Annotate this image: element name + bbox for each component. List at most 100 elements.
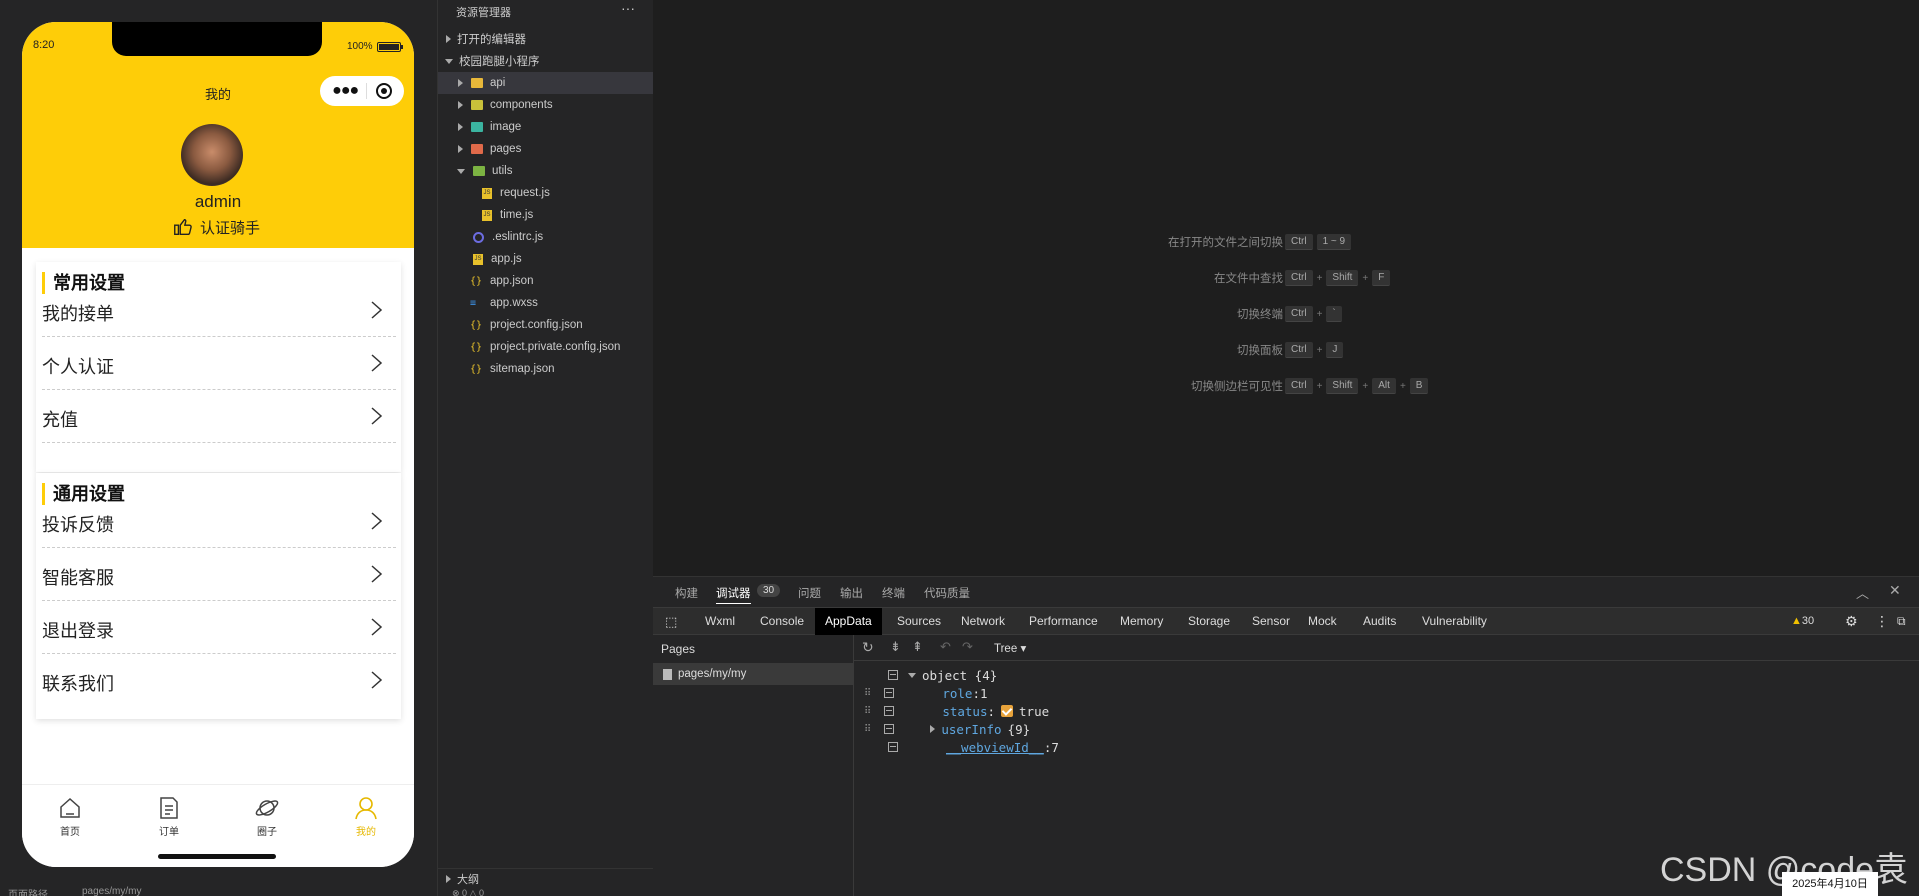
avatar[interactable] — [181, 124, 243, 186]
key: Ctrl — [1285, 342, 1313, 358]
file-label: api — [490, 77, 506, 89]
tree-item-components[interactable]: components — [438, 94, 654, 116]
js-file-icon: JS — [482, 187, 492, 199]
edit-toggle-icon[interactable] — [884, 706, 895, 716]
tab-build[interactable]: 构建 — [675, 585, 698, 601]
view-mode-select[interactable]: Tree ▾ — [994, 641, 1026, 655]
tab-circle[interactable]: 圈子 — [237, 795, 297, 838]
edit-toggle-icon[interactable] — [888, 742, 898, 752]
devtab-audits[interactable]: Audits — [1353, 608, 1406, 635]
devtab-mock[interactable]: Mock — [1298, 608, 1347, 635]
project-section[interactable]: 校园跑腿小程序 — [438, 50, 654, 72]
tree-item-project-private-config[interactable]: {} project.private.config.json — [438, 336, 654, 358]
checkbox-checked-icon[interactable] — [1001, 705, 1014, 717]
tree-item-eslintrc[interactable]: .eslintrc.js — [438, 226, 654, 248]
page-item[interactable]: pages/my/my — [653, 663, 853, 685]
section-label: 打开的编辑器 — [457, 34, 526, 46]
devtab-sources[interactable]: Sources — [887, 608, 951, 635]
open-editors-section[interactable]: 打开的编辑器 — [438, 28, 654, 50]
redo-icon[interactable]: ↷ — [962, 639, 973, 655]
tab-mine[interactable]: 我的 — [336, 795, 396, 838]
tree-item-pages[interactable]: pages — [438, 138, 654, 160]
tree-item-sitemap[interactable]: {} sitemap.json — [438, 358, 654, 380]
settings-gear-icon[interactable]: ⚙ — [1835, 608, 1868, 635]
edit-toggle-icon[interactable] — [884, 688, 895, 698]
tree-value[interactable]: 1 — [980, 686, 988, 701]
devtools-tabs: ⬚ Wxml Console AppData Sources Network P… — [653, 607, 1919, 635]
tree-item-time-js[interactable]: JS time.js — [438, 204, 654, 226]
capsule-menu[interactable]: ●●● — [320, 76, 404, 106]
menu-item-personal-verify[interactable]: 个人认证 — [42, 337, 396, 390]
tree-item-app-wxss[interactable]: ≡ app.wxss — [438, 292, 654, 314]
chevron-right-icon[interactable] — [930, 725, 936, 733]
menu-item-logout[interactable]: 退出登录 — [42, 601, 396, 654]
tree-item-image[interactable]: image — [438, 116, 654, 138]
css-file-icon: ≡ — [470, 297, 477, 309]
project-name: 校园跑腿小程序 — [459, 56, 540, 68]
devtab-appdata[interactable]: AppData — [815, 608, 882, 635]
menu-item-feedback[interactable]: 投诉反馈 — [42, 495, 396, 548]
collapse-all-icon[interactable]: ⇟ — [890, 639, 901, 655]
tree-item-app-js[interactable]: JS app.js — [438, 248, 654, 270]
menu-item-recharge[interactable]: 充值 — [42, 390, 396, 443]
outline-label: 大纲 — [457, 873, 479, 886]
key: Ctrl — [1285, 234, 1313, 250]
drag-handle-icon[interactable]: ⠿ — [864, 688, 871, 699]
inspect-element-icon[interactable]: ⬚ — [655, 608, 687, 635]
tab-orders[interactable]: 订单 — [139, 795, 199, 838]
drag-handle-icon[interactable]: ⠿ — [864, 724, 871, 735]
more-icon[interactable]: ●●● — [332, 82, 359, 100]
json-file-icon: {} — [470, 363, 483, 375]
devtab-storage[interactable]: Storage — [1178, 608, 1240, 635]
edit-toggle-icon[interactable] — [888, 670, 898, 680]
devtab-memory[interactable]: Memory — [1110, 608, 1173, 635]
tree-item-app-json[interactable]: {} app.json — [438, 270, 654, 292]
verify-label: 认证骑手 — [200, 219, 261, 237]
chevron-up-icon[interactable]: ︿ — [1856, 583, 1869, 602]
tree-value[interactable]: 7 — [1051, 740, 1059, 755]
devtab-console[interactable]: Console — [750, 608, 814, 635]
undock-icon[interactable]: ⧉ — [1887, 608, 1916, 635]
tab-debugger[interactable]: 调试器 — [716, 585, 751, 604]
devtab-sensor[interactable]: Sensor — [1242, 608, 1300, 635]
close-icon[interactable]: ✕ — [1889, 582, 1901, 599]
editor-area: 在打开的文件之间切换 Ctrl 1 ~ 9 在文件中查找 Ctrl + Shift… — [653, 0, 1919, 576]
close-miniprogram-icon[interactable] — [375, 83, 392, 99]
chevron-right-icon — [458, 145, 463, 153]
tab-home[interactable]: 首页 — [40, 795, 100, 838]
refresh-icon[interactable]: ↻ — [862, 639, 874, 656]
folder-icon — [471, 144, 483, 154]
warning-counter[interactable]: ▲30 — [1781, 608, 1824, 635]
outline-section[interactable]: 大纲 — [438, 868, 654, 888]
tab-terminal[interactable]: 终端 — [882, 585, 905, 601]
home-icon — [60, 797, 80, 818]
tab-problems[interactable]: 问题 — [798, 585, 821, 601]
problems-counter[interactable]: ⊗ 0 △ 0 — [452, 888, 484, 896]
tree-item-api[interactable]: api — [438, 72, 654, 94]
drag-handle-icon[interactable]: ⠿ — [864, 706, 871, 717]
tree-row-webviewid[interactable]: __webviewId__ : 7 — [888, 736, 1059, 758]
tree-item-project-config[interactable]: {} project.config.json — [438, 314, 654, 336]
json-file-icon: {} — [470, 341, 483, 353]
tree-item-request-js[interactable]: JS request.js — [438, 182, 654, 204]
tab-code-quality[interactable]: 代码质量 — [924, 585, 970, 601]
caret-down-icon: ▾ — [1020, 643, 1027, 655]
expand-all-icon[interactable]: ⇞ — [912, 639, 923, 655]
undo-icon[interactable]: ↶ — [940, 639, 951, 655]
devtab-vulnerability[interactable]: Vulnerability — [1412, 608, 1497, 635]
menu-item-contact-us[interactable]: 联系我们 — [42, 654, 396, 707]
menu-item-customer-service[interactable]: 智能客服 — [42, 548, 396, 601]
devtab-performance[interactable]: Performance — [1019, 608, 1108, 635]
more-actions-icon[interactable]: ··· — [621, 0, 635, 16]
chevron-down-icon[interactable] — [908, 672, 916, 678]
verify-rider-link[interactable]: 认证骑手 — [172, 216, 260, 238]
page-path-value[interactable]: pages/my/my — [82, 886, 141, 896]
tree-item-utils[interactable]: utils — [438, 160, 654, 182]
devtab-wxml[interactable]: Wxml — [695, 608, 745, 635]
tab-output[interactable]: 输出 — [840, 585, 863, 601]
menu-item-my-orders[interactable]: 我的接单 — [42, 284, 396, 337]
devtab-network[interactable]: Network — [951, 608, 1015, 635]
edit-toggle-icon[interactable] — [884, 724, 895, 734]
shortcut-row: 在文件中查找 Ctrl + Shift + F — [653, 269, 1919, 287]
key: B — [1409, 378, 1429, 394]
